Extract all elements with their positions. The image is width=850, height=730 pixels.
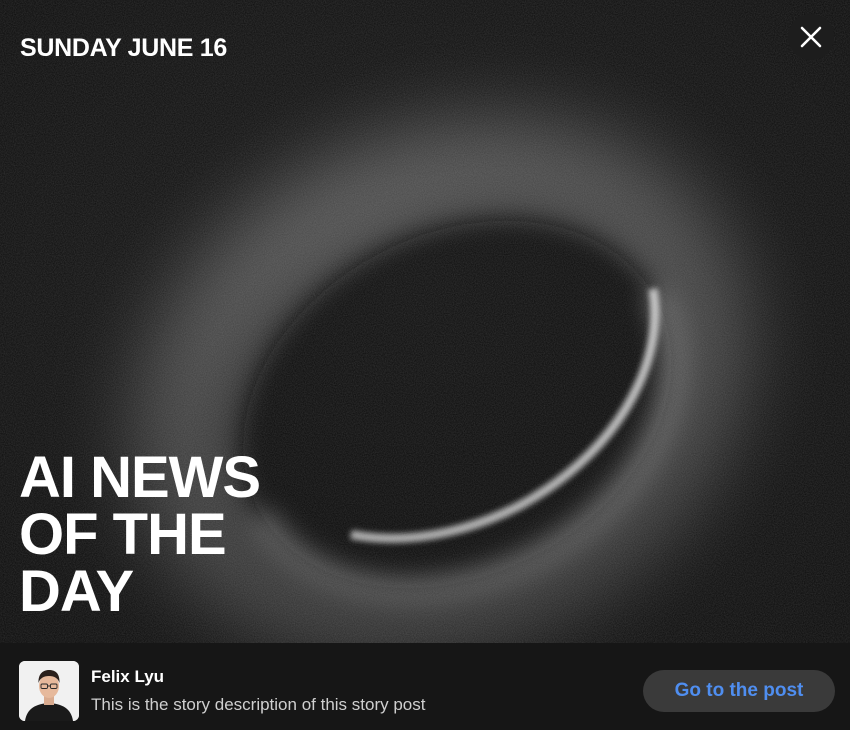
headline-line-1: AI NEWS <box>19 445 261 510</box>
story-date: SUNDAY JUNE 16 <box>20 34 228 62</box>
go-to-post-button[interactable]: Go to the post <box>643 670 835 712</box>
headline-line-2: OF THE <box>19 502 227 567</box>
author-name[interactable]: Felix Lyu <box>91 667 164 687</box>
avatar-portrait-icon <box>19 661 79 721</box>
avatar[interactable] <box>19 661 79 721</box>
close-button[interactable] <box>788 14 834 60</box>
close-icon <box>800 26 822 48</box>
story-viewer: SUNDAY JUNE 16 AI NEWS OF THE DAY Felix … <box>0 0 850 730</box>
story-description: This is the story description of this st… <box>91 695 426 714</box>
story-headline: AI NEWS OF THE DAY <box>19 445 349 624</box>
story-hero: SUNDAY JUNE 16 AI NEWS OF THE DAY <box>0 0 850 643</box>
story-footer: Felix Lyu This is the story description … <box>0 643 850 730</box>
headline-line-3: DAY <box>19 559 134 624</box>
